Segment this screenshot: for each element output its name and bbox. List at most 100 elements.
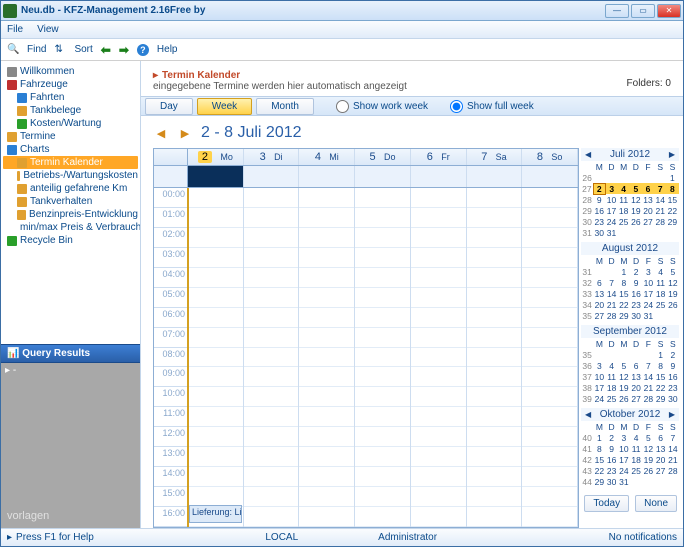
- mini-cal-day[interactable]: 6: [630, 360, 642, 371]
- mini-cal-day[interactable]: 6: [642, 183, 654, 194]
- mini-next-button[interactable]: ▶: [667, 150, 677, 159]
- query-results-header[interactable]: 📊 Query Results: [1, 344, 140, 363]
- sort-button[interactable]: Sort: [74, 44, 92, 55]
- tree-item[interactable]: Charts: [3, 143, 138, 156]
- mini-cal-day[interactable]: 26: [642, 465, 654, 476]
- today-button[interactable]: Today: [584, 495, 629, 512]
- mini-cal-day[interactable]: 13: [593, 288, 605, 299]
- mini-cal-day[interactable]: 17: [593, 382, 605, 393]
- mini-cal-day[interactable]: 30: [593, 227, 605, 238]
- mini-cal-day[interactable]: 8: [666, 183, 678, 194]
- mini-cal-day[interactable]: 30: [606, 476, 618, 487]
- mini-cal-day[interactable]: [630, 172, 642, 183]
- mini-cal-day[interactable]: [593, 172, 605, 183]
- mini-cal-day[interactable]: 24: [593, 393, 605, 404]
- day-header[interactable]: 5 Do: [355, 149, 411, 165]
- mini-cal-day[interactable]: 23: [667, 382, 679, 393]
- mini-cal-day[interactable]: 15: [655, 371, 667, 382]
- day-column[interactable]: [467, 188, 523, 527]
- mini-cal-day[interactable]: 2: [630, 266, 642, 277]
- tree-item[interactable]: Fahrzeuge: [3, 78, 138, 91]
- mini-cal-day[interactable]: 30: [667, 393, 679, 404]
- mini-cal-day[interactable]: 16: [593, 205, 605, 216]
- allday-cell[interactable]: [188, 166, 244, 187]
- mini-cal-day[interactable]: 25: [606, 393, 618, 404]
- day-column[interactable]: [299, 188, 355, 527]
- mini-cal-day[interactable]: 16: [606, 454, 618, 465]
- mini-cal-day[interactable]: [667, 310, 679, 321]
- radio-work-week[interactable]: Show work week: [336, 100, 428, 113]
- allday-cell[interactable]: [411, 166, 467, 187]
- tree-item[interactable]: Willkommen: [3, 65, 138, 78]
- day-header[interactable]: 4 Mi: [299, 149, 355, 165]
- mini-cal-day[interactable]: 17: [642, 288, 654, 299]
- mini-cal-day[interactable]: 19: [618, 382, 630, 393]
- mini-cal-day[interactable]: 6: [655, 432, 667, 443]
- mini-cal-day[interactable]: 29: [666, 216, 678, 227]
- mini-cal-day[interactable]: 9: [593, 194, 605, 205]
- none-button[interactable]: None: [635, 495, 677, 512]
- tree-item[interactable]: Termin Kalender: [3, 156, 138, 169]
- tree-item[interactable]: Benzinpreis-Entwicklung: [3, 208, 138, 221]
- mini-cal-day[interactable]: [642, 227, 654, 238]
- mini-cal-day[interactable]: 4: [618, 183, 630, 194]
- mini-cal-day[interactable]: 1: [618, 266, 630, 277]
- mini-cal-day[interactable]: 4: [655, 266, 667, 277]
- mini-cal-day[interactable]: 6: [593, 277, 605, 288]
- mini-cal-day[interactable]: 21: [654, 205, 666, 216]
- tree-item[interactable]: Termine: [3, 130, 138, 143]
- mini-cal-day[interactable]: 5: [667, 266, 679, 277]
- mini-cal-day[interactable]: 10: [642, 277, 654, 288]
- mini-cal-day[interactable]: [630, 227, 642, 238]
- mini-cal-day[interactable]: 23: [606, 465, 618, 476]
- mini-cal-day[interactable]: 14: [667, 443, 679, 454]
- mini-cal-day[interactable]: 2: [667, 349, 679, 360]
- mini-cal-day[interactable]: 11: [618, 194, 630, 205]
- mini-cal-day[interactable]: 20: [593, 299, 605, 310]
- mini-cal-day[interactable]: 12: [642, 443, 654, 454]
- mini-cal-day[interactable]: 24: [605, 216, 617, 227]
- allday-cell[interactable]: [299, 166, 355, 187]
- mini-cal-day[interactable]: 7: [654, 183, 666, 194]
- mini-cal-day[interactable]: 29: [655, 393, 667, 404]
- mini-cal-day[interactable]: 21: [642, 382, 654, 393]
- mini-cal-day[interactable]: [606, 266, 618, 277]
- mini-cal-day[interactable]: 2: [606, 432, 618, 443]
- mini-cal-day[interactable]: 11: [630, 443, 642, 454]
- mini-cal-day[interactable]: 31: [605, 227, 617, 238]
- mini-next-button[interactable]: ▶: [667, 410, 677, 419]
- mini-cal-day[interactable]: [605, 172, 617, 183]
- mini-cal-day[interactable]: [593, 349, 605, 360]
- mini-prev-button[interactable]: ◀: [583, 410, 593, 419]
- mini-cal-day[interactable]: 16: [667, 371, 679, 382]
- mini-cal-day[interactable]: 24: [618, 465, 630, 476]
- mini-cal-day[interactable]: 12: [667, 277, 679, 288]
- mini-cal-day[interactable]: 12: [630, 194, 642, 205]
- mini-cal-day[interactable]: 23: [630, 299, 642, 310]
- day-header[interactable]: 3 Di: [244, 149, 300, 165]
- mini-cal-day[interactable]: [666, 227, 678, 238]
- mini-cal-day[interactable]: [618, 349, 630, 360]
- mini-cal-day[interactable]: 31: [642, 310, 654, 321]
- mini-cal-day[interactable]: 19: [630, 205, 642, 216]
- calendar-event[interactable]: Lieferung: Li: [189, 505, 242, 523]
- mini-cal-day[interactable]: 10: [618, 443, 630, 454]
- mini-cal-day[interactable]: [654, 172, 666, 183]
- mini-cal-day[interactable]: 21: [667, 454, 679, 465]
- mini-cal-day[interactable]: 8: [618, 277, 630, 288]
- mini-cal-day[interactable]: [654, 227, 666, 238]
- mini-cal-day[interactable]: 9: [630, 277, 642, 288]
- close-button[interactable]: ✕: [657, 4, 681, 18]
- tree-item[interactable]: Betriebs-/Wartungskosten: [3, 169, 138, 182]
- tree-item[interactable]: Recycle Bin: [3, 234, 138, 247]
- mini-cal-day[interactable]: 14: [654, 194, 666, 205]
- mini-cal-day[interactable]: 15: [618, 288, 630, 299]
- mini-cal-day[interactable]: 7: [606, 277, 618, 288]
- prev-week-button[interactable]: ◀: [153, 125, 169, 141]
- mini-cal-day[interactable]: [618, 227, 630, 238]
- mini-cal-day[interactable]: [618, 172, 630, 183]
- mini-cal-day[interactable]: 2: [593, 183, 605, 194]
- mini-cal-day[interactable]: 31: [618, 476, 630, 487]
- mini-cal-day[interactable]: 4: [630, 432, 642, 443]
- mini-cal-day[interactable]: 21: [606, 299, 618, 310]
